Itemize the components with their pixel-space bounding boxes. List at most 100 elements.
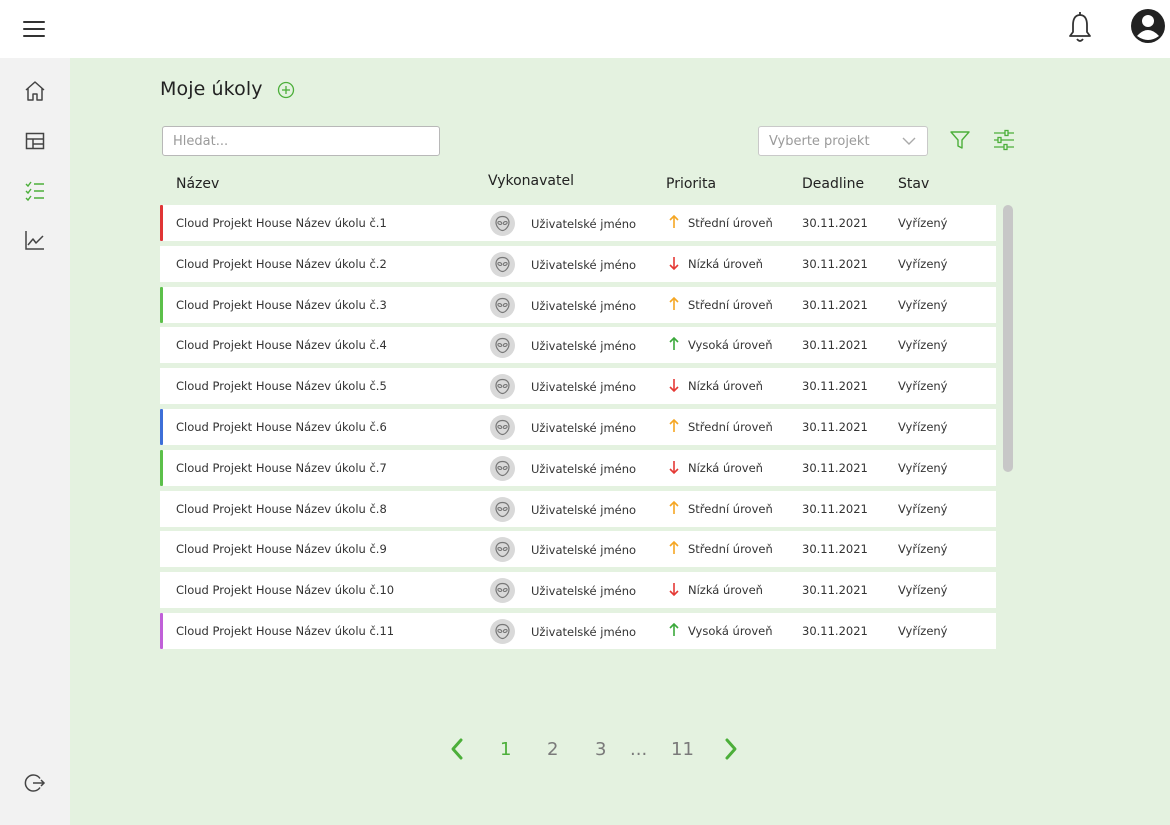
search-input[interactable] — [162, 126, 440, 156]
avatar — [490, 455, 515, 481]
page-1[interactable]: 1 — [500, 739, 511, 760]
priority-label: Vysoká úroveň — [688, 624, 773, 638]
priority-label: Střední úroveň — [688, 542, 773, 557]
menu-icon[interactable] — [23, 21, 45, 37]
status-label: Vyřízený — [898, 379, 948, 394]
status-label: Vyřízený — [898, 460, 948, 475]
avatar — [490, 333, 515, 359]
priority-label: Nízká úroveň — [688, 256, 763, 271]
priority-label: Střední úroveň — [688, 297, 773, 312]
status-label: Vyřízený — [898, 583, 948, 598]
assignee-name: Uživatelské jméno — [531, 625, 637, 639]
table-row[interactable]: Cloud Projekt House Název úkolu č.4 Uživa… — [160, 327, 996, 364]
column-header-assignee[interactable]: Vykonavatel — [488, 173, 574, 189]
profile-icon[interactable] — [1130, 8, 1166, 44]
chevron-down-icon — [902, 137, 916, 145]
arrow-down-icon — [669, 379, 679, 393]
alien-avatar-icon — [495, 460, 510, 476]
sidebar — [0, 58, 70, 825]
table-row[interactable]: Cloud Projekt House Název úkolu č.6 Uživa… — [160, 409, 996, 445]
project-select-placeholder: Vyberte projekt — [769, 134, 870, 149]
column-header-status[interactable]: Stav — [898, 176, 929, 192]
page-3[interactable]: 3 — [595, 739, 606, 760]
task-name: Cloud Projekt House Název úkolu č.1 — [176, 216, 387, 230]
avatar — [490, 251, 515, 277]
add-icon — [277, 81, 295, 99]
table-row[interactable]: Cloud Projekt House Název úkolu č.1 Uživa… — [160, 205, 996, 241]
page-last[interactable]: 11 — [671, 739, 694, 760]
arrow-down-icon — [669, 256, 679, 270]
chevron-right-icon — [725, 738, 737, 760]
table-row[interactable]: Cloud Projekt House Název úkolu č.8 Uživa… — [160, 490, 996, 527]
deadline-date: 30.11.2021 — [802, 624, 868, 638]
table-row[interactable]: Cloud Projekt House Název úkolu č.9 Uživa… — [160, 531, 996, 568]
deadline-date: 30.11.2021 — [802, 379, 868, 394]
arrow-up-icon — [669, 418, 679, 432]
table-row[interactable]: Cloud Projekt House Název úkolu č.10 Uživ… — [160, 572, 996, 609]
assignee-name: Uživatelské jméno — [531, 298, 637, 313]
logout-icon[interactable] — [23, 771, 47, 795]
scrollbar[interactable] — [1003, 205, 1013, 472]
deadline-date: 30.11.2021 — [802, 501, 868, 516]
alien-avatar-icon — [495, 379, 510, 395]
assignee-name: Uživatelské jméno — [531, 502, 637, 517]
next-page-button[interactable] — [723, 737, 739, 761]
project-select[interactable]: Vyberte projekt — [758, 126, 928, 156]
bell-icon[interactable] — [1066, 10, 1094, 46]
task-color-marker — [160, 205, 163, 241]
filter-icon[interactable] — [948, 128, 972, 152]
priority-label: Vysoká úroveň — [688, 338, 773, 353]
arrow-up-icon — [669, 296, 679, 310]
deadline-date: 30.11.2021 — [802, 256, 868, 271]
dashboard-icon[interactable] — [23, 129, 47, 153]
table-row[interactable]: Cloud Projekt House Název úkolu č.5 Uživa… — [160, 368, 996, 405]
arrow-up-icon — [669, 541, 679, 555]
prev-page-button[interactable] — [449, 737, 465, 761]
avatar — [490, 374, 515, 400]
status-label: Vyřízený — [898, 256, 948, 271]
status-label: Vyřízený — [898, 501, 948, 516]
task-name: Cloud Projekt House Název úkolu č.11 — [176, 624, 395, 638]
home-icon[interactable] — [23, 79, 47, 103]
page-title: Moje úkoly — [160, 78, 263, 100]
pagination-ellipsis: ... — [630, 739, 648, 760]
column-header-deadline[interactable]: Deadline — [802, 176, 864, 192]
page-2[interactable]: 2 — [547, 739, 558, 760]
alien-avatar-icon — [495, 542, 510, 558]
alien-avatar-icon — [495, 297, 510, 313]
table-row[interactable]: Cloud Projekt House Název úkolu č.3 Uživa… — [160, 286, 996, 323]
table-row[interactable]: Cloud Projekt House Název úkolu č.11 Uživ… — [160, 613, 996, 649]
task-name: Cloud Projekt House Název úkolu č.3 — [176, 297, 387, 312]
status-label: Vyřízený — [898, 420, 948, 434]
priority-label: Nízká úroveň — [688, 379, 763, 394]
assignee-name: Uživatelské jméno — [531, 257, 637, 272]
pagination: 1 2 3 ... 11 — [70, 731, 1170, 767]
column-header-priority[interactable]: Priorita — [666, 176, 716, 192]
task-name: Cloud Projekt House Název úkolu č.9 — [176, 542, 387, 557]
assignee-name: Uživatelské jméno — [531, 461, 637, 476]
alien-avatar-icon — [495, 419, 510, 436]
sliders-icon[interactable] — [992, 128, 1016, 152]
status-label: Vyřízený — [898, 624, 948, 638]
avatar — [490, 415, 515, 440]
task-name: Cloud Projekt House Název úkolu č.4 — [176, 338, 387, 353]
avatar — [490, 496, 515, 522]
table-row[interactable]: Cloud Projekt House Název úkolu č.7 Uživa… — [160, 449, 996, 486]
column-header-name[interactable]: Název — [176, 176, 219, 192]
arrow-down-icon — [669, 583, 679, 597]
task-name: Cloud Projekt House Název úkolu č.6 — [176, 420, 387, 434]
alien-avatar-icon — [495, 501, 510, 517]
priority-label: Střední úroveň — [688, 216, 773, 230]
task-color-marker — [160, 409, 163, 445]
alien-avatar-icon — [495, 338, 510, 354]
add-task-button[interactable] — [276, 80, 296, 100]
tasks-icon[interactable] — [23, 178, 47, 202]
deadline-date: 30.11.2021 — [802, 460, 868, 475]
table-row[interactable]: Cloud Projekt House Název úkolu č.2 Uživa… — [160, 245, 996, 282]
chart-icon[interactable] — [23, 228, 47, 252]
deadline-date: 30.11.2021 — [802, 216, 868, 230]
arrow-up-icon — [669, 500, 679, 514]
alien-avatar-icon — [495, 623, 510, 640]
avatar — [490, 292, 515, 318]
status-label: Vyřízený — [898, 216, 948, 230]
